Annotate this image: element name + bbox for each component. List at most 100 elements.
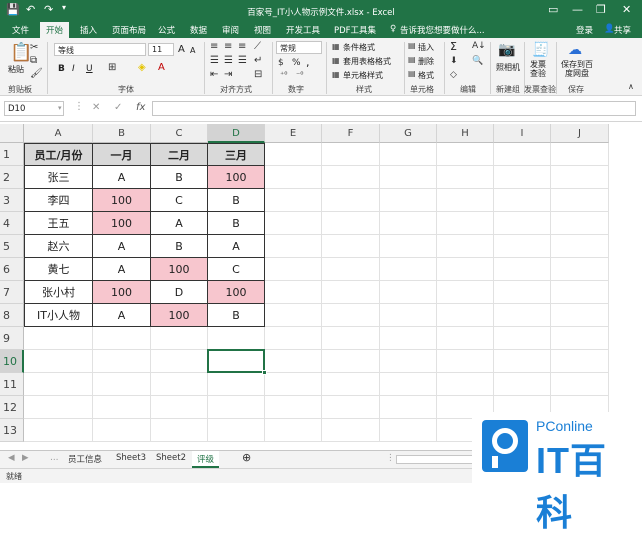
shrink-font-button[interactable]: A bbox=[190, 46, 195, 55]
copy-icon[interactable]: ⧉ bbox=[30, 55, 37, 66]
row-header-9[interactable]: 9 bbox=[0, 327, 24, 350]
table-cell[interactable]: C bbox=[208, 258, 265, 281]
cell-styles-button[interactable]: 单元格样式 bbox=[343, 70, 383, 81]
insert-function-icon[interactable]: fx bbox=[136, 102, 145, 113]
table-cell[interactable]: B bbox=[151, 235, 208, 258]
table-cell[interactable]: A bbox=[93, 166, 151, 189]
row-header-13[interactable]: 13 bbox=[0, 419, 24, 442]
align-right-icon[interactable]: ☰ bbox=[238, 55, 247, 66]
table-cell[interactable]: 100 bbox=[93, 212, 151, 235]
table-cell[interactable]: 王五 bbox=[24, 212, 93, 235]
conditional-format-icon[interactable]: ▦ bbox=[332, 42, 340, 51]
enter-icon[interactable]: ✓ bbox=[114, 102, 122, 113]
conditional-format-button[interactable]: 条件格式 bbox=[343, 42, 375, 53]
row-header-2[interactable]: 2 bbox=[0, 166, 24, 189]
border-icon[interactable]: ⊞ bbox=[108, 62, 116, 73]
name-box[interactable]: D10 bbox=[4, 101, 64, 116]
scroll-right-icon[interactable]: ▶ bbox=[22, 453, 29, 463]
share-button[interactable]: 共享 bbox=[614, 24, 631, 36]
ribbon-display-icon[interactable]: ▭ bbox=[548, 3, 558, 16]
font-size-select[interactable]: 11 bbox=[148, 43, 174, 56]
table-cell[interactable]: 张小村 bbox=[24, 281, 93, 304]
grow-font-button[interactable]: A bbox=[178, 44, 185, 55]
underline-button[interactable]: U bbox=[86, 64, 93, 74]
align-left-icon[interactable]: ☰ bbox=[210, 55, 219, 66]
column-header-g[interactable]: G bbox=[380, 124, 437, 143]
name-box-dropdown-icon[interactable]: ▾ bbox=[58, 104, 62, 112]
table-cell[interactable]: B bbox=[208, 189, 265, 212]
column-header-a[interactable]: A bbox=[24, 124, 93, 143]
column-header-e[interactable]: E bbox=[265, 124, 322, 143]
format-as-table-button[interactable]: 套用表格格式 bbox=[343, 56, 391, 67]
tab-pdf-tools[interactable]: PDF工具集 bbox=[334, 24, 376, 36]
sheet-options-icon[interactable]: ⋮ bbox=[386, 453, 395, 463]
delete-cells-button[interactable]: 删除 bbox=[418, 56, 434, 67]
column-header-f[interactable]: F bbox=[322, 124, 380, 143]
row-header-6[interactable]: 6 bbox=[0, 258, 24, 281]
table-cell[interactable]: B bbox=[208, 212, 265, 235]
table-cell[interactable]: A bbox=[93, 258, 151, 281]
row-header-4[interactable]: 4 bbox=[0, 212, 24, 235]
row-header-1[interactable]: 1 bbox=[0, 143, 24, 166]
table-header-cell[interactable]: 三月 bbox=[208, 143, 265, 166]
table-cell[interactable]: 100 bbox=[151, 304, 208, 327]
add-sheet-icon[interactable]: ⊕ bbox=[242, 451, 251, 464]
paste-button[interactable]: 粘贴 bbox=[8, 64, 24, 75]
table-cell[interactable]: C bbox=[151, 189, 208, 212]
align-center-icon[interactable]: ☰ bbox=[224, 55, 233, 66]
tab-view[interactable]: 视图 bbox=[254, 24, 271, 36]
align-top-icon[interactable]: ≡ bbox=[210, 41, 218, 52]
tab-page-layout[interactable]: 页面布局 bbox=[112, 24, 146, 36]
font-name-select[interactable]: 等线 bbox=[54, 43, 146, 56]
tab-formulas[interactable]: 公式 bbox=[158, 24, 175, 36]
sheet-tab-rating[interactable]: 评级 bbox=[192, 451, 220, 468]
format-cells-icon[interactable]: ▤ bbox=[408, 69, 416, 78]
camera-icon[interactable]: 📷 bbox=[498, 42, 515, 58]
tab-developer[interactable]: 开发工具 bbox=[286, 24, 320, 36]
tab-file[interactable]: 文件 bbox=[12, 24, 29, 36]
fill-handle[interactable] bbox=[262, 370, 267, 375]
accounting-format-icon[interactable]: $ bbox=[278, 58, 284, 68]
cell-styles-icon[interactable]: ▦ bbox=[332, 70, 340, 79]
table-cell[interactable]: A bbox=[208, 235, 265, 258]
table-cell[interactable]: A bbox=[151, 212, 208, 235]
table-cell[interactable]: 张三 bbox=[24, 166, 93, 189]
minimize-button[interactable]: — bbox=[572, 3, 583, 16]
cancel-icon[interactable]: ✕ bbox=[92, 102, 100, 113]
share-icon[interactable]: 👤 bbox=[604, 24, 615, 34]
row-header-3[interactable]: 3 bbox=[0, 189, 24, 212]
sheet-tab-employee-info[interactable]: 员工信息 bbox=[68, 453, 102, 465]
table-cell[interactable]: D bbox=[151, 281, 208, 304]
table-cell[interactable]: B bbox=[151, 166, 208, 189]
row-header-10[interactable]: 10 bbox=[0, 350, 24, 373]
decrease-indent-icon[interactable]: ⇤ bbox=[210, 69, 218, 80]
column-header-j[interactable]: J bbox=[551, 124, 609, 143]
align-bottom-icon[interactable]: ≡ bbox=[238, 41, 246, 52]
format-painter-icon[interactable]: 🖌 bbox=[30, 68, 43, 79]
formula-input[interactable] bbox=[152, 101, 636, 116]
column-header-d[interactable]: D bbox=[208, 124, 265, 143]
italic-button[interactable]: I bbox=[72, 64, 75, 74]
collapse-ribbon-icon[interactable]: ∧ bbox=[628, 82, 634, 91]
table-cell[interactable]: 100 bbox=[151, 258, 208, 281]
more-sheets-icon[interactable]: … bbox=[50, 453, 59, 463]
lightbulb-icon[interactable]: ♀ bbox=[390, 24, 396, 34]
insert-cells-icon[interactable]: ▤ bbox=[408, 41, 416, 50]
column-header-i[interactable]: I bbox=[494, 124, 551, 143]
row-header-5[interactable]: 5 bbox=[0, 235, 24, 258]
format-table-icon[interactable]: ▦ bbox=[332, 56, 340, 65]
insert-cells-button[interactable]: 插入 bbox=[418, 42, 434, 53]
row-header-7[interactable]: 7 bbox=[0, 281, 24, 304]
table-header-cell[interactable]: 一月 bbox=[93, 143, 151, 166]
cut-icon[interactable]: ✂ bbox=[30, 42, 38, 53]
number-format-select[interactable]: 常规 bbox=[276, 41, 322, 54]
fill-icon[interactable]: ⬇ bbox=[450, 56, 458, 66]
row-header-8[interactable]: 8 bbox=[0, 304, 24, 327]
column-header-c[interactable]: C bbox=[151, 124, 208, 143]
autosum-button[interactable]: Σ bbox=[450, 40, 457, 53]
table-cell[interactable]: 黄七 bbox=[24, 258, 93, 281]
tab-home[interactable]: 开始 bbox=[40, 22, 70, 38]
table-cell[interactable]: 100 bbox=[208, 166, 265, 189]
tab-data[interactable]: 数据 bbox=[190, 24, 207, 36]
table-cell[interactable]: 赵六 bbox=[24, 235, 93, 258]
